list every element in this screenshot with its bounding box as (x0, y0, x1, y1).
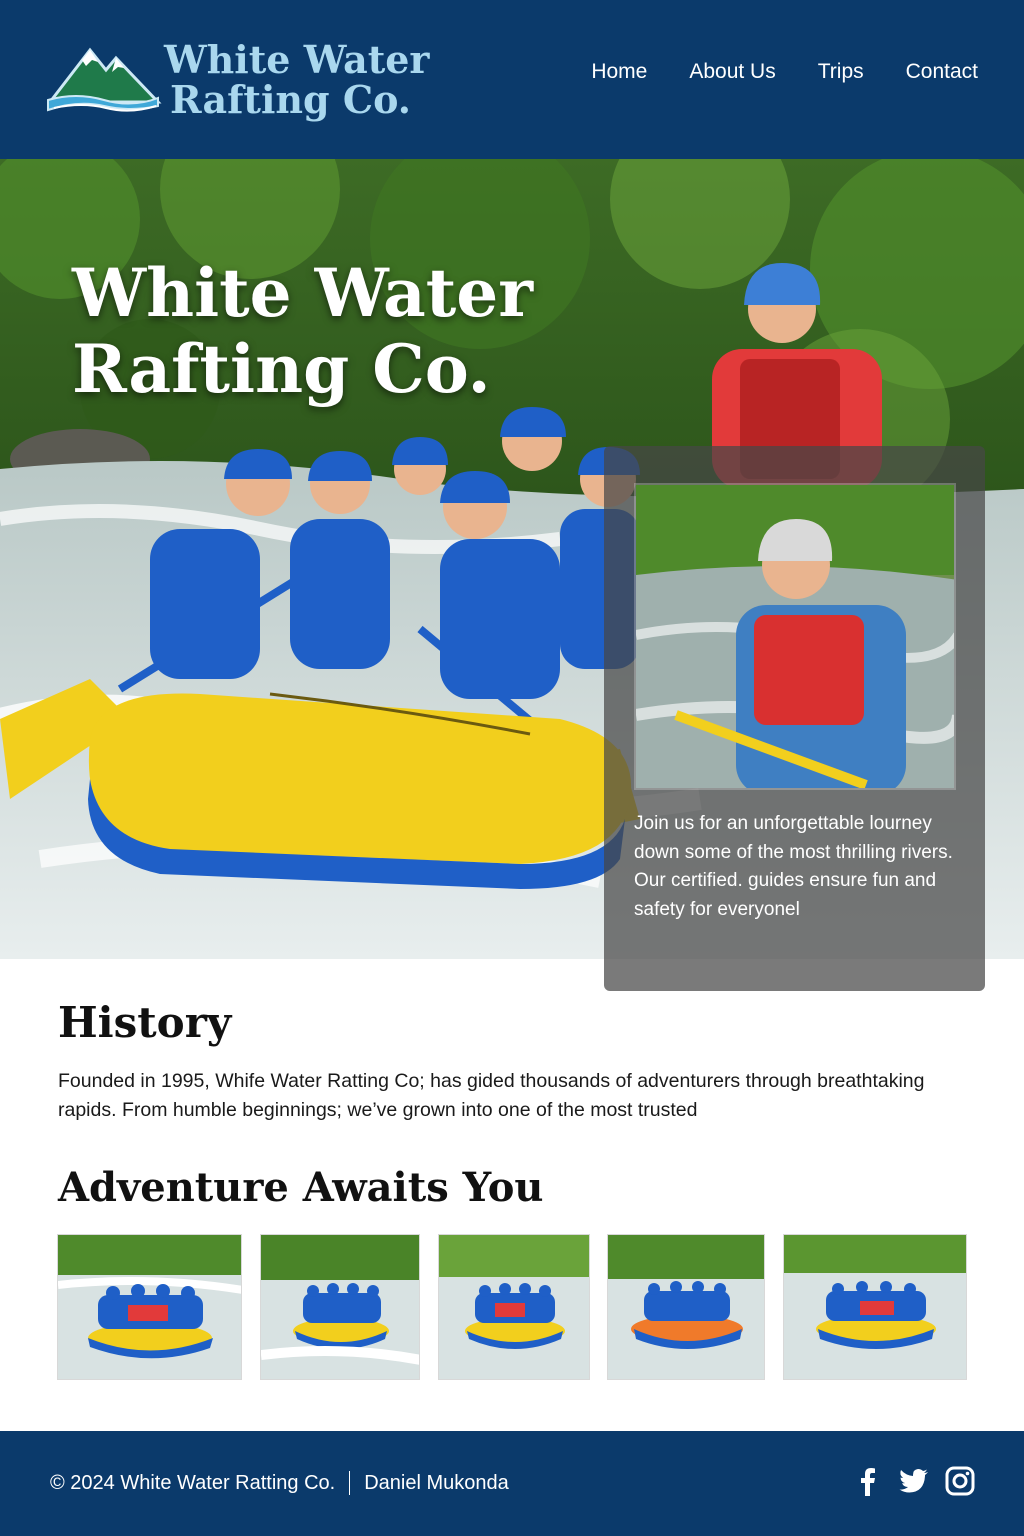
site-footer: © 2024 White Water Ratting Co. Daniel Mu… (0, 1431, 1024, 1536)
footer-divider (349, 1471, 351, 1495)
site-header: White Water Rafting Co. Home About Us Tr… (0, 0, 1024, 159)
nav-about-us[interactable]: About Us (689, 60, 775, 84)
nav-home[interactable]: Home (591, 60, 647, 84)
author-name: Daniel Mukonda (364, 1471, 509, 1494)
instagram-icon[interactable] (944, 1465, 976, 1497)
footer-copyright: © 2024 White Water Ratting Co. Daniel Mu… (50, 1471, 509, 1495)
mountain-logo-icon[interactable] (46, 40, 162, 116)
hero-title-line-2: Rafting Co. (72, 330, 491, 408)
brand-line-1: White Water (164, 37, 430, 82)
gallery-photo-3[interactable] (438, 1234, 590, 1380)
gallery-photo-5[interactable] (783, 1234, 967, 1380)
brand-line-2: Rafting Co. (170, 77, 411, 122)
gallery-heading: Adventure Awaits You (58, 1164, 544, 1211)
gallery-photo-2[interactable] (260, 1234, 420, 1380)
history-heading: History (58, 998, 232, 1047)
brand-name[interactable]: White Water Rafting Co. (164, 40, 429, 120)
twitter-icon[interactable] (898, 1465, 930, 1497)
hero-title-line-1: White Water (72, 254, 534, 332)
copyright-text: © 2024 White Water Ratting Co. (50, 1471, 336, 1494)
social-links (852, 1465, 976, 1497)
hero-info-card: Join us for an unforgettable lourney dow… (604, 446, 985, 991)
main-nav: Home About Us Trips Contact (591, 60, 978, 84)
nav-trips[interactable]: Trips (818, 60, 864, 84)
hero-title: White Water Rafting Co. (72, 255, 533, 407)
hero-card-text: Join us for an unforgettable lourney dow… (634, 813, 953, 920)
gallery-photo-4[interactable] (607, 1234, 765, 1380)
facebook-icon[interactable] (852, 1465, 884, 1497)
guide-photo (634, 483, 956, 790)
history-body: Founded in 1995, Whife Water Ratting Co;… (58, 1070, 925, 1121)
nav-contact[interactable]: Contact (906, 60, 978, 84)
gallery-photo-1[interactable] (57, 1234, 242, 1380)
